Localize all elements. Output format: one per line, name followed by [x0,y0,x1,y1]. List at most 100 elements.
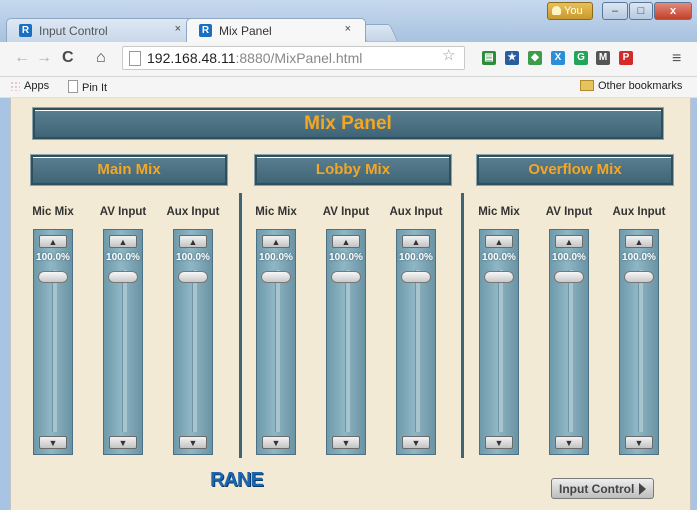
puzzle-ext-icon[interactable]: ★ [505,51,519,65]
fader-up-arrow-icon[interactable]: ▲ [109,235,137,248]
user-profile-button[interactable]: You [547,2,593,20]
pinterest-ext-icon[interactable]: P [619,51,633,65]
fader-knob[interactable] [484,271,514,283]
fader-knob[interactable] [554,271,584,283]
tab-close-icon[interactable]: × [175,23,181,35]
fader-knob[interactable] [624,271,654,283]
channel-label: Aux Input [389,206,443,218]
fader-down-arrow-icon[interactable]: ▼ [179,436,207,449]
fader-down-arrow-icon[interactable]: ▼ [109,436,137,449]
fader-up-arrow-icon[interactable]: ▲ [555,235,583,248]
bookmark-pin-it[interactable]: Pin It [68,80,107,94]
channel-label: Mic Mix [32,206,74,218]
section-divider [239,193,242,458]
fader-track[interactable] [568,270,573,432]
fader-up-arrow-icon[interactable]: ▲ [39,235,67,248]
chrome-menu-icon[interactable]: ≡ [672,50,681,68]
address-bar[interactable]: 192.168.48.11:8880/MixPanel.html [122,46,465,70]
fader-knob[interactable] [178,271,208,283]
title-bar: R Input Control × R Mix Panel × You – □ … [0,0,697,42]
fader-up-arrow-icon[interactable]: ▲ [332,235,360,248]
page-icon [68,80,78,93]
fader-value: 100.0% [399,252,433,263]
x-ext-icon[interactable]: X [551,51,565,65]
fader-track[interactable] [638,270,643,432]
section-divider [461,193,464,458]
fader-knob[interactable] [331,271,361,283]
channel-label: AV Input [545,206,593,218]
rane-favicon-icon: R [199,24,212,37]
fader-knob[interactable] [38,271,68,283]
fader-down-arrow-icon[interactable]: ▼ [39,436,67,449]
folder-icon [580,80,594,91]
rane-logo: RANE [210,469,264,491]
fader-down-arrow-icon[interactable]: ▼ [402,436,430,449]
tab-label: Mix Panel [219,24,272,38]
mix-panel-page: Mix Panel Main Mix Lobby Mix Overflow Mi… [10,98,691,510]
fader-down-arrow-icon[interactable]: ▼ [262,436,290,449]
input-control-label: Input Control [559,482,635,496]
fader-overflow-mix-aux-input[interactable]: ▲ 100.0% ▼ [619,229,659,455]
section-title-overflow-mix: Overflow Mix [477,155,673,185]
bookmark-apps[interactable]: Apps [10,80,49,92]
fader-up-arrow-icon[interactable]: ▲ [179,235,207,248]
fader-track[interactable] [498,270,503,432]
bookmark-label: Other bookmarks [598,80,683,92]
fader-knob[interactable] [108,271,138,283]
fader-track[interactable] [345,270,350,432]
input-control-button[interactable]: Input Control [551,478,654,499]
bookmark-label: Apps [24,80,50,92]
fader-lobby-mix-av-input[interactable]: ▲ 100.0% ▼ [326,229,366,455]
fader-down-arrow-icon[interactable]: ▼ [555,436,583,449]
fader-value: 100.0% [622,252,656,263]
channel-label: Aux Input [612,206,666,218]
apps-grid-icon [10,81,20,91]
fader-value: 100.0% [482,252,516,263]
maximize-button[interactable]: □ [629,2,653,20]
user-icon [552,6,561,15]
fader-track[interactable] [122,270,127,432]
fader-up-arrow-icon[interactable]: ▲ [625,235,653,248]
fader-track[interactable] [192,270,197,432]
forward-icon[interactable]: → [36,49,52,67]
page-title: Mix Panel [33,108,663,139]
fader-main-mix-av-input[interactable]: ▲ 100.0% ▼ [103,229,143,455]
url-path: :8880/MixPanel.html [235,50,363,66]
fader-up-arrow-icon[interactable]: ▲ [262,235,290,248]
home-icon[interactable]: ⌂ [96,49,106,67]
fader-track[interactable] [415,270,420,432]
channel-label: Mic Mix [255,206,297,218]
fader-overflow-mix-mic-mix[interactable]: ▲ 100.0% ▼ [479,229,519,455]
user-label: You [564,5,583,17]
fader-main-mix-aux-input[interactable]: ▲ 100.0% ▼ [173,229,213,455]
bookmark-other[interactable]: Other bookmarks [580,80,682,92]
fader-value: 100.0% [552,252,586,263]
fader-value: 100.0% [176,252,210,263]
fader-down-arrow-icon[interactable]: ▼ [332,436,360,449]
chameleon-ext-icon[interactable]: ◆ [528,51,542,65]
minimize-button[interactable]: – [602,2,628,20]
fader-knob[interactable] [261,271,291,283]
tab-mix-panel[interactable]: R Mix Panel × [186,18,366,42]
channel-label: AV Input [322,206,370,218]
tab-close-icon[interactable]: × [345,23,351,35]
back-icon[interactable]: ← [14,49,30,67]
fader-knob[interactable] [401,271,431,283]
grammarly-ext-icon[interactable]: G [574,51,588,65]
fader-up-arrow-icon[interactable]: ▲ [485,235,513,248]
close-window-button[interactable]: x [654,2,692,20]
fader-overflow-mix-av-input[interactable]: ▲ 100.0% ▼ [549,229,589,455]
reload-icon[interactable]: C [62,49,74,67]
gmail-ext-icon[interactable]: M [596,51,610,65]
fader-main-mix-mic-mix[interactable]: ▲ 100.0% ▼ [33,229,73,455]
fader-down-arrow-icon[interactable]: ▼ [625,436,653,449]
bookmark-star-icon[interactable]: ☆ [442,46,455,64]
fader-up-arrow-icon[interactable]: ▲ [402,235,430,248]
fader-track[interactable] [275,270,280,432]
fader-lobby-mix-mic-mix[interactable]: ▲ 100.0% ▼ [256,229,296,455]
sheet-ext-icon[interactable]: ▤ [482,51,496,65]
fader-down-arrow-icon[interactable]: ▼ [485,436,513,449]
fader-lobby-mix-aux-input[interactable]: ▲ 100.0% ▼ [396,229,436,455]
tab-input-control[interactable]: R Input Control × [6,18,196,42]
fader-track[interactable] [52,270,57,432]
